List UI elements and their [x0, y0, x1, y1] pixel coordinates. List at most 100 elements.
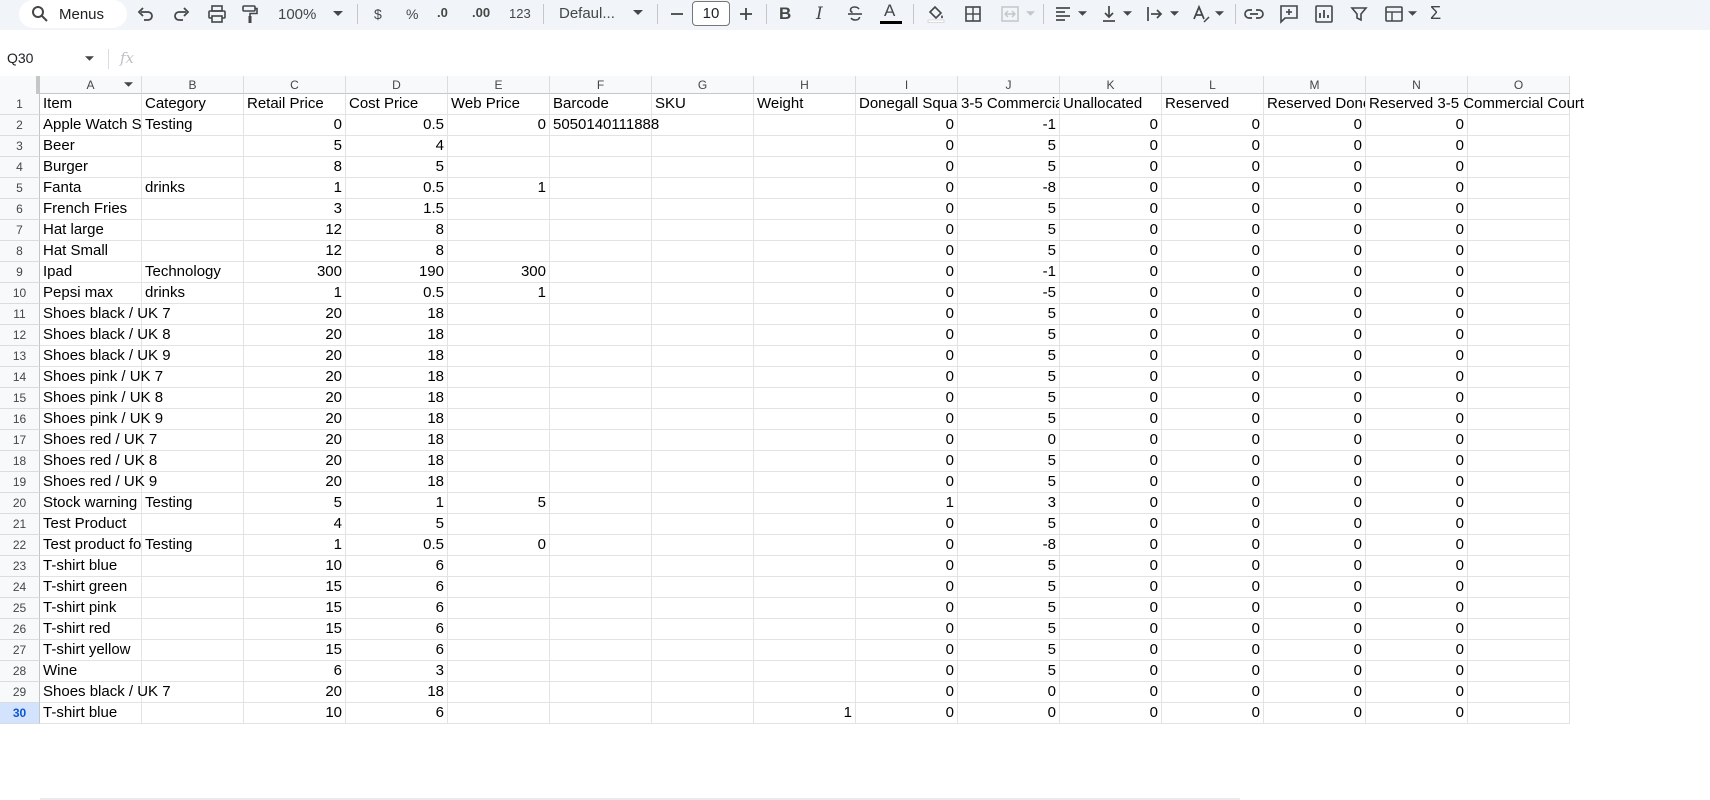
cell-k4[interactable]: 0 — [1060, 157, 1162, 178]
cell-d2[interactable]: 0.5 — [346, 115, 448, 136]
cell-l4[interactable]: 0 — [1162, 157, 1264, 178]
cell-m10[interactable]: 0 — [1264, 283, 1366, 304]
cell-a24[interactable]: T-shirt green — [40, 577, 142, 598]
row-header-13[interactable]: 13 — [0, 346, 40, 367]
cell-h4[interactable] — [754, 157, 856, 178]
cell-b3[interactable] — [142, 136, 244, 157]
cell-g12[interactable] — [652, 325, 754, 346]
cell-b27[interactable] — [142, 640, 244, 661]
cell-d25[interactable]: 6 — [346, 598, 448, 619]
undo-icon[interactable] — [137, 5, 155, 23]
cell-g27[interactable] — [652, 640, 754, 661]
cell-i10[interactable]: 0 — [856, 283, 958, 304]
cell-i3[interactable]: 0 — [856, 136, 958, 157]
cell-g2[interactable] — [652, 115, 754, 136]
cell-e15[interactable] — [448, 388, 550, 409]
cell-n6[interactable]: 0 — [1366, 199, 1468, 220]
cell-l13[interactable]: 0 — [1162, 346, 1264, 367]
cell-a12[interactable]: Shoes black / UK 8 — [40, 325, 171, 346]
column-header-f[interactable]: F — [550, 76, 652, 94]
row-header-28[interactable]: 28 — [0, 661, 40, 682]
cell-a27[interactable]: T-shirt yellow — [40, 640, 142, 661]
insert-link-icon[interactable] — [1244, 5, 1264, 23]
row-header-6[interactable]: 6 — [0, 199, 40, 220]
cell-b18[interactable] — [142, 451, 244, 472]
cell-k19[interactable]: 0 — [1060, 472, 1162, 493]
cell-h9[interactable] — [754, 262, 856, 283]
cell-i25[interactable]: 0 — [856, 598, 958, 619]
chevron-down-icon[interactable] — [1078, 11, 1087, 17]
cell-g22[interactable] — [652, 535, 754, 556]
cell-h20[interactable] — [754, 493, 856, 514]
cell-g14[interactable] — [652, 367, 754, 388]
cell-g4[interactable] — [652, 157, 754, 178]
cell-e26[interactable] — [448, 619, 550, 640]
cell-l17[interactable]: 0 — [1162, 430, 1264, 451]
cell-k15[interactable]: 0 — [1060, 388, 1162, 409]
cell-m27[interactable]: 0 — [1264, 640, 1366, 661]
cell-n23[interactable]: 0 — [1366, 556, 1468, 577]
cell-e10[interactable]: 1 — [448, 283, 550, 304]
cell-k28[interactable]: 0 — [1060, 661, 1162, 682]
cell-j14[interactable]: 5 — [958, 367, 1060, 388]
cell-a3[interactable]: Beer — [40, 136, 142, 157]
cell-h13[interactable] — [754, 346, 856, 367]
cell-f18[interactable] — [550, 451, 652, 472]
cell-k13[interactable]: 0 — [1060, 346, 1162, 367]
cell-m3[interactable]: 0 — [1264, 136, 1366, 157]
cell-i15[interactable]: 0 — [856, 388, 958, 409]
cell-o2[interactable] — [1468, 115, 1570, 136]
cell-b26[interactable] — [142, 619, 244, 640]
cell-o17[interactable] — [1468, 430, 1570, 451]
cell-h22[interactable] — [754, 535, 856, 556]
row-header-15[interactable]: 15 — [0, 388, 40, 409]
cell-a17[interactable]: Shoes red / UK 7 — [40, 430, 157, 451]
cell-o18[interactable] — [1468, 451, 1570, 472]
cell-a23[interactable]: T-shirt blue — [40, 556, 142, 577]
cell-d4[interactable]: 5 — [346, 157, 448, 178]
cell-j10[interactable]: -5 — [958, 283, 1060, 304]
cell-g7[interactable] — [652, 220, 754, 241]
row-header-2[interactable]: 2 — [0, 115, 40, 136]
cell-i17[interactable]: 0 — [856, 430, 958, 451]
redo-icon[interactable] — [172, 5, 190, 23]
cell-c8[interactable]: 12 — [244, 241, 346, 262]
cell-e24[interactable] — [448, 577, 550, 598]
cell-h14[interactable] — [754, 367, 856, 388]
cell-h29[interactable] — [754, 682, 856, 703]
cell-j12[interactable]: 5 — [958, 325, 1060, 346]
cell-c25[interactable]: 15 — [244, 598, 346, 619]
cell-j16[interactable]: 5 — [958, 409, 1060, 430]
cell-f16[interactable] — [550, 409, 652, 430]
cell-o27[interactable] — [1468, 640, 1570, 661]
cell-b6[interactable] — [142, 199, 244, 220]
cell-e27[interactable] — [448, 640, 550, 661]
cell-j30[interactable]: 0 — [958, 703, 1060, 724]
cell-c11[interactable]: 20 — [244, 304, 346, 325]
cell-c6[interactable]: 3 — [244, 199, 346, 220]
cell-c19[interactable]: 20 — [244, 472, 346, 493]
cell-e30[interactable] — [448, 703, 550, 724]
cell-d7[interactable]: 8 — [346, 220, 448, 241]
cell-j3[interactable]: 5 — [958, 136, 1060, 157]
cell-a20[interactable]: Stock warning lo — [40, 493, 142, 514]
cell-l30[interactable]: 0 — [1162, 703, 1264, 724]
cell-j11[interactable]: 5 — [958, 304, 1060, 325]
cell-n3[interactable]: 0 — [1366, 136, 1468, 157]
column-header-b[interactable]: B — [142, 76, 244, 94]
zoom-select[interactable]: 100% — [278, 6, 316, 23]
cell-m13[interactable]: 0 — [1264, 346, 1366, 367]
cell-e1[interactable]: Web Price — [448, 94, 550, 115]
cell-d5[interactable]: 0.5 — [346, 178, 448, 199]
cell-b20[interactable]: Testing — [142, 493, 244, 514]
cell-n18[interactable]: 0 — [1366, 451, 1468, 472]
cell-h6[interactable] — [754, 199, 856, 220]
cell-k12[interactable]: 0 — [1060, 325, 1162, 346]
cell-i8[interactable]: 0 — [856, 241, 958, 262]
row-header-3[interactable]: 3 — [0, 136, 40, 157]
horizontal-align-icon[interactable] — [1054, 5, 1072, 23]
column-header-d[interactable]: D — [346, 76, 448, 94]
cell-k17[interactable]: 0 — [1060, 430, 1162, 451]
cell-l22[interactable]: 0 — [1162, 535, 1264, 556]
cell-f19[interactable] — [550, 472, 652, 493]
